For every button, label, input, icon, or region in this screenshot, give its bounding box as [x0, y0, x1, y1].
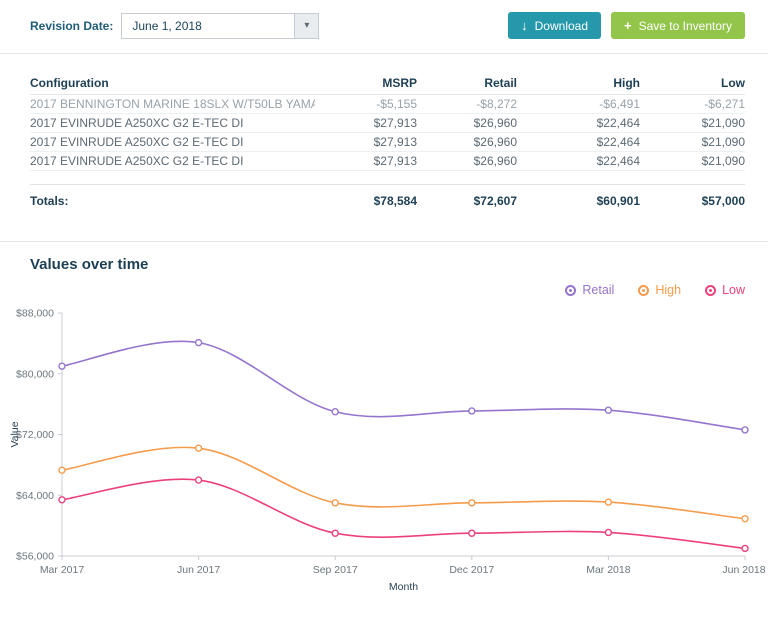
chart-section-title: Values over time	[30, 256, 149, 273]
col-header-low: Low	[721, 76, 745, 90]
table-row: 2017 EVINRUDE A250XC G2 E-TEC DI $27,913…	[30, 152, 745, 171]
cell-msrp: $27,913	[373, 135, 417, 149]
legend-ring-icon	[638, 284, 650, 296]
cell-high: $22,464	[596, 135, 640, 149]
download-icon: ↓	[521, 18, 528, 33]
totals-retail: $72,607	[473, 194, 517, 208]
svg-text:Value: Value	[9, 421, 21, 447]
cell-msrp: $27,913	[373, 154, 417, 168]
download-button[interactable]: ↓ Download	[508, 12, 602, 39]
toolbar: Revision Date: June 1, 2018 ▾ ↓ Download…	[0, 12, 768, 39]
chevron-down-icon: ▾	[294, 13, 319, 38]
values-over-time-chart: $56,000 $64,000 $72,000 $80,000 $88,000 Mar 2…	[9, 308, 766, 594]
section-divider	[0, 241, 768, 242]
legend-label: Retail	[582, 283, 615, 297]
revision-date-value: June 1, 2018	[132, 18, 202, 33]
col-header-configuration: Configuration	[30, 76, 109, 90]
chart-legend: Retail High Low	[0, 281, 768, 299]
cell-high: -$6,491	[599, 97, 640, 111]
save-to-inventory-button[interactable]: + Save to Inventory	[611, 12, 745, 39]
cell-msrp: -$5,155	[376, 97, 417, 111]
cell-configuration: 2017 EVINRUDE A250XC G2 E-TEC DI	[30, 116, 244, 130]
col-header-retail: Retail	[484, 76, 517, 90]
legend-ring-icon	[565, 284, 577, 296]
cell-high: $22,464	[596, 154, 640, 168]
totals-label: Totals:	[30, 194, 69, 208]
col-header-high: High	[613, 76, 640, 90]
table-row: 2017 EVINRUDE A250XC G2 E-TEC DI $27,913…	[30, 133, 745, 152]
cell-low: -$6,271	[704, 97, 745, 111]
revision-date-label: Revision Date:	[30, 18, 114, 33]
table-header-row: Configuration MSRP Retail High Low	[30, 72, 745, 95]
cell-high: $22,464	[596, 116, 640, 130]
totals-msrp: $78,584	[373, 194, 417, 208]
download-button-label: Download	[534, 18, 589, 33]
cell-msrp: $27,913	[373, 116, 417, 130]
revision-date-select[interactable]: June 1, 2018 ▾	[121, 12, 320, 39]
svg-text:$88,000: $88,000	[16, 308, 54, 320]
totals-row: Totals: $78,584 $72,607 $60,901 $57,000	[30, 184, 745, 216]
totals-high: $60,901	[596, 194, 640, 208]
save-to-inventory-label: Save to Inventory	[638, 18, 732, 33]
cell-retail: $26,960	[473, 154, 517, 168]
legend-label: Low	[722, 283, 745, 297]
cell-retail: $26,960	[473, 116, 517, 130]
cell-configuration: 2017 EVINRUDE A250XC G2 E-TEC DI	[30, 154, 244, 168]
pricing-table: Configuration MSRP Retail High Low 2017 …	[0, 72, 768, 227]
svg-text:$56,000: $56,000	[16, 551, 54, 563]
cell-low: $21,090	[701, 135, 745, 149]
svg-text:Dec 2017: Dec 2017	[449, 564, 494, 576]
legend-label: High	[655, 283, 682, 297]
svg-text:Mar 2018: Mar 2018	[586, 564, 631, 576]
plus-icon: +	[624, 18, 632, 33]
legend-ring-icon	[705, 284, 717, 296]
svg-text:$64,000: $64,000	[16, 490, 54, 502]
cell-configuration: 2017 EVINRUDE A250XC G2 E-TEC DI	[30, 135, 244, 149]
svg-text:Month: Month	[389, 581, 418, 593]
totals-low: $57,000	[701, 194, 745, 208]
svg-text:Sep 2017: Sep 2017	[313, 564, 358, 576]
chart-section: Values over time Retail High Low $56,000…	[0, 256, 768, 603]
col-header-msrp: MSRP	[382, 76, 417, 90]
cell-configuration: 2017 BENNINGTON MARINE 18SLX W/T50LB YAM…	[30, 97, 315, 111]
legend-item[interactable]: Retail	[565, 283, 614, 297]
table-row: 2017 BENNINGTON MARINE 18SLX W/T50LB YAM…	[30, 95, 745, 114]
section-divider	[0, 53, 768, 54]
legend-item[interactable]: Low	[705, 283, 745, 297]
table-row: 2017 EVINRUDE A250XC G2 E-TEC DI $27,913…	[30, 114, 745, 133]
cell-retail: -$8,272	[476, 97, 517, 111]
svg-text:$80,000: $80,000	[16, 368, 54, 380]
svg-text:Jun 2018: Jun 2018	[722, 564, 765, 576]
svg-text:$72,000: $72,000	[16, 429, 54, 441]
cell-retail: $26,960	[473, 135, 517, 149]
svg-text:Mar 2017: Mar 2017	[40, 564, 85, 576]
legend-item[interactable]: High	[638, 283, 681, 297]
cell-low: $21,090	[701, 116, 745, 130]
svg-text:Jun 2017: Jun 2017	[177, 564, 220, 576]
cell-low: $21,090	[701, 154, 745, 168]
